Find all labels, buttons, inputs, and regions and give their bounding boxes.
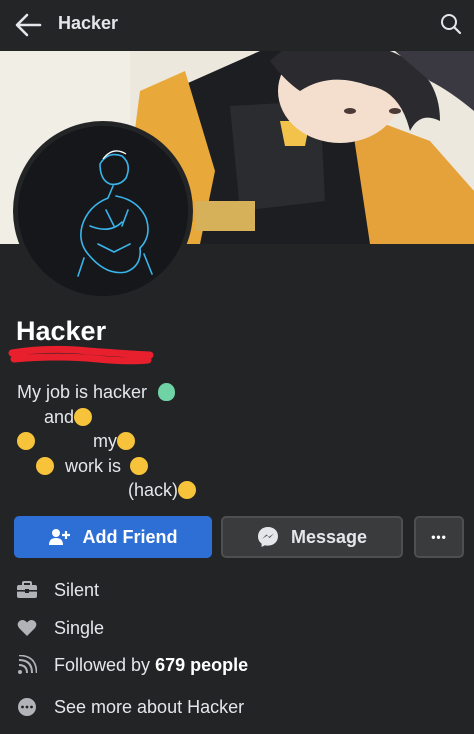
- followers-text: Followed by 679 people: [54, 655, 248, 676]
- rss-icon: [14, 652, 40, 678]
- bio-text: my: [93, 431, 118, 451]
- heart-icon: [14, 615, 40, 641]
- message-label: Message: [290, 526, 368, 547]
- page-title: Hacker: [58, 13, 119, 33]
- info-work: Silent: [14, 577, 99, 603]
- alien-emoji-icon: [158, 383, 176, 401]
- relieved-face-emoji-icon: [17, 432, 35, 450]
- bio-line-1: My job is hacker: [17, 382, 176, 403]
- ellipsis-circle-icon: [14, 694, 40, 720]
- search-icon[interactable]: [440, 13, 462, 35]
- add-friend-button[interactable]: Add Friend: [14, 516, 212, 558]
- bio-line-4: work is: [36, 456, 149, 477]
- info-followers[interactable]: Followed by 679 people: [14, 652, 248, 678]
- info-relationship: Single: [14, 615, 104, 641]
- followers-prefix: Followed by: [54, 654, 156, 675]
- profile-name: Hacker: [16, 316, 107, 346]
- messenger-icon: [257, 527, 278, 547]
- add-friend-label: Add Friend: [82, 526, 178, 547]
- see-more-text: See more about Hacker: [54, 696, 245, 717]
- bio-line-5: (hack): [128, 480, 197, 501]
- info-see-more[interactable]: See more about Hacker: [14, 694, 244, 720]
- shushing-face-emoji-icon: [178, 481, 197, 499]
- followers-count: 679 people: [155, 654, 249, 675]
- bio-line-2: and: [44, 407, 93, 428]
- relationship-text: Single: [54, 617, 105, 638]
- work-text: Silent: [54, 579, 100, 600]
- bio-text: My job is hacker: [17, 382, 148, 402]
- more-options-button[interactable]: •••: [414, 516, 464, 558]
- bio-text: and: [44, 407, 75, 427]
- add-friend-icon: [48, 529, 70, 545]
- bio-line-3: my: [17, 431, 136, 452]
- redaction-scribble: [8, 345, 154, 365]
- rolling-eyes-emoji-icon: [117, 432, 136, 450]
- back-arrow-icon[interactable]: [14, 12, 42, 38]
- bio-text: work is: [65, 456, 122, 476]
- top-bar: Hacker: [0, 0, 474, 50]
- profile-avatar[interactable]: [18, 126, 188, 296]
- more-icon: •••: [431, 530, 447, 544]
- confused-face-emoji-icon: [74, 408, 93, 426]
- grimacing-face-emoji-icon: [130, 457, 149, 475]
- briefcase-icon: [14, 577, 40, 603]
- message-button[interactable]: Message: [221, 516, 403, 558]
- sunglasses-face-emoji-icon: [36, 457, 54, 475]
- bio-text: (hack): [128, 480, 179, 500]
